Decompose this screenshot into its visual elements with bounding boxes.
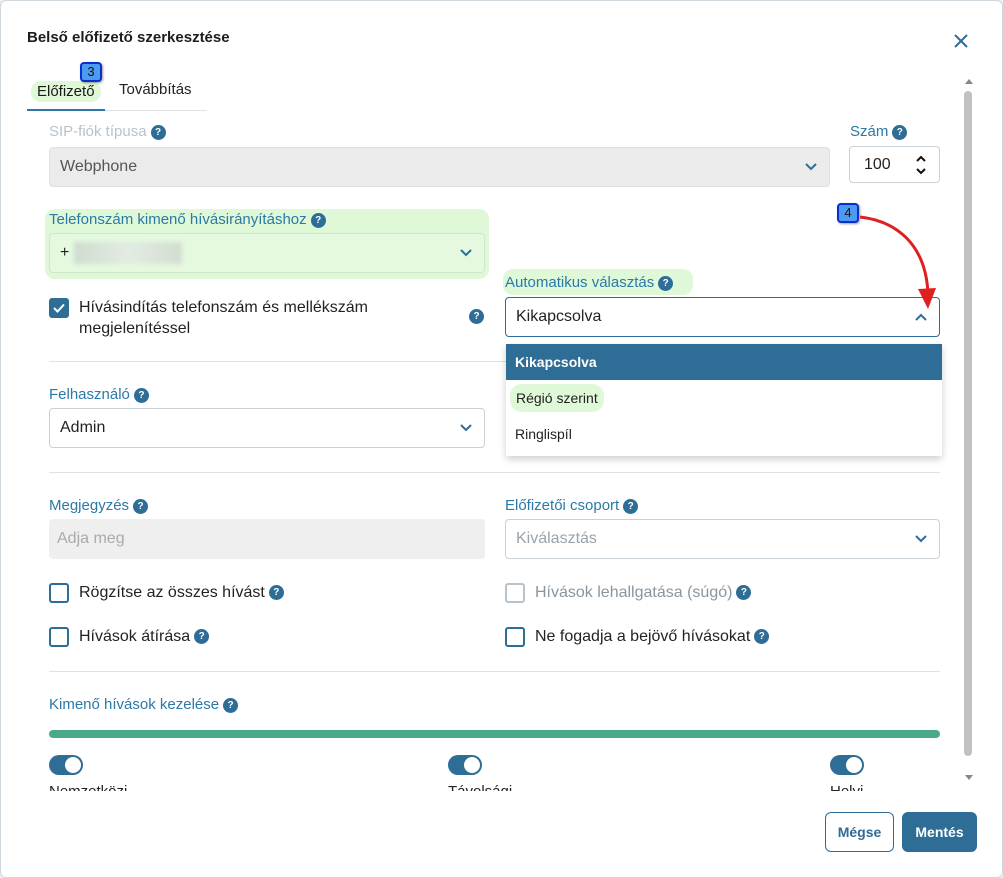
szam-label: Szám? xyxy=(850,123,908,140)
help-icon[interactable]: ? xyxy=(754,629,770,645)
scroll-down-icon[interactable] xyxy=(964,774,974,782)
help-icon[interactable]: ? xyxy=(150,124,166,140)
dialog-title: Belső előfizető szerkesztése xyxy=(27,29,230,46)
help-icon[interactable]: ? xyxy=(194,629,210,645)
felhasznalo-value: Admin xyxy=(60,419,106,436)
szam-value: 100 xyxy=(864,156,891,173)
listen-label: Hívások lehallgatása (súgó)? xyxy=(535,584,752,602)
save-button[interactable]: Mentés xyxy=(902,812,977,852)
toggle-knob xyxy=(65,757,81,773)
annotation-arrow-icon xyxy=(859,215,936,309)
phone-value: + xyxy=(60,244,70,261)
reject-checkbox[interactable] xyxy=(505,627,525,647)
toggle-label-local: Helyi xyxy=(830,783,863,791)
megjegyzes-label: Megjegyzés? xyxy=(49,497,149,514)
szam-label-text: Szám xyxy=(850,123,889,140)
chevron-down-icon xyxy=(460,249,472,257)
call-display-checkbox[interactable] xyxy=(49,298,69,318)
tab-elofizeto[interactable]: Előfizető xyxy=(31,81,101,102)
help-icon[interactable]: ? xyxy=(133,498,149,514)
help-icon[interactable]: ? xyxy=(736,585,752,601)
close-icon[interactable] xyxy=(951,31,971,51)
felhasznalo-label: Felhasználó? xyxy=(49,386,149,403)
help-icon[interactable]: ? xyxy=(133,387,149,403)
phone-label-text: Telefonszám kimenő hívásirányításhoz xyxy=(49,211,307,228)
divider xyxy=(49,472,940,473)
sip-type-value: Webphone xyxy=(60,158,138,175)
help-icon[interactable]: ? xyxy=(469,309,484,324)
megjegyzes-label-text: Megjegyzés xyxy=(49,497,130,514)
outgoing-progress-bar xyxy=(49,730,940,738)
reject-label: Ne fogadja a bejövő hívásokat? xyxy=(535,628,770,646)
listen-label-text: Hívások lehallgatása (súgó) xyxy=(535,584,733,601)
call-display-label: Hívásindítás telefonszám és mellékszám m… xyxy=(79,299,368,337)
outgoing-label-text: Kimenő hívások kezelése xyxy=(49,696,220,713)
toggle-local[interactable] xyxy=(830,755,864,775)
toggle-knob xyxy=(464,757,480,773)
auto-label-text: Automatikus választás xyxy=(505,274,655,291)
chevron-down-icon xyxy=(460,424,472,432)
scroll-up-icon[interactable] xyxy=(964,77,974,85)
transcribe-label: Hívások átírása? xyxy=(79,628,210,646)
record-label: Rögzítse az összes hívást? xyxy=(79,584,284,602)
help-icon[interactable]: ? xyxy=(658,275,674,291)
auto-label: Automatikus választás? xyxy=(505,274,674,291)
help-icon[interactable]: ? xyxy=(623,498,639,514)
megjegyzes-placeholder: Adja meg xyxy=(57,530,125,547)
checkmark-icon xyxy=(53,303,65,313)
listen-checkbox[interactable] xyxy=(505,583,525,603)
record-label-text: Rögzítse az összes hívást xyxy=(79,584,265,601)
help-icon[interactable]: ? xyxy=(223,697,239,713)
toggle-knob xyxy=(846,757,862,773)
csoport-placeholder: Kiválasztás xyxy=(516,530,597,547)
stepper-arrows-icon[interactable] xyxy=(916,154,926,176)
dialog: Belső előfizető szerkesztése Előfizető T… xyxy=(0,0,1003,878)
sip-type-label: SIP-fiók típusa? xyxy=(49,123,166,140)
tab-bar: Előfizető Továbbítás xyxy=(27,71,207,111)
toggle-label-international: Nemzetközi xyxy=(49,783,127,791)
dropdown-option-regio-text: Régió szerint xyxy=(510,384,604,412)
phone-label: Telefonszám kimenő hívásirányításhoz? xyxy=(49,211,326,228)
csoport-select[interactable]: Kiválasztás xyxy=(505,519,940,559)
szam-stepper[interactable]: 100 xyxy=(849,146,940,183)
chevron-down-icon xyxy=(915,535,927,543)
annotation-badge-3: 3 xyxy=(80,62,102,82)
toggle-label-long-distance: Távolsági xyxy=(448,783,512,791)
cancel-button[interactable]: Mégse xyxy=(825,812,894,852)
help-icon[interactable]: ? xyxy=(310,212,326,228)
scrollbar-thumb[interactable] xyxy=(964,91,972,756)
reject-label-text: Ne fogadja a bejövő hívásokat xyxy=(535,628,751,645)
csoport-label-text: Előfizetői csoport xyxy=(505,497,620,514)
phone-blurred xyxy=(73,241,182,264)
phone-select[interactable]: + xyxy=(49,233,485,273)
sip-type-label-text: SIP-fiók típusa xyxy=(49,123,147,140)
dropdown-option-regio[interactable]: Régió szerint xyxy=(506,380,942,416)
outgoing-label: Kimenő hívások kezelése? xyxy=(49,696,239,713)
toggle-long-distance[interactable] xyxy=(448,755,482,775)
megjegyzes-input[interactable]: Adja meg xyxy=(49,519,485,559)
sip-type-select: Webphone xyxy=(49,147,830,187)
record-checkbox[interactable] xyxy=(49,583,69,603)
transcribe-checkbox[interactable] xyxy=(49,627,69,647)
transcribe-label-text: Hívások átírása xyxy=(79,628,191,645)
felhasznalo-select[interactable]: Admin xyxy=(49,408,485,448)
felhasznalo-label-text: Felhasználó xyxy=(49,386,130,403)
divider xyxy=(49,671,940,672)
tab-active-indicator xyxy=(27,109,105,111)
toggle-international[interactable] xyxy=(49,755,83,775)
tab-tovabbitas[interactable]: Továbbítás xyxy=(119,81,192,98)
dropdown-option-kikapcsolva[interactable]: Kikapcsolva xyxy=(506,344,942,380)
help-icon[interactable]: ? xyxy=(268,585,284,601)
auto-value: Kikapcsolva xyxy=(516,308,602,325)
dropdown-option-ringlispil[interactable]: Ringlispíl xyxy=(506,416,942,452)
csoport-label: Előfizetői csoport? xyxy=(505,497,639,514)
help-icon[interactable]: ? xyxy=(892,124,908,140)
chevron-down-icon xyxy=(805,163,817,171)
auto-dropdown-menu: Kikapcsolva Régió szerint Ringlispíl xyxy=(506,344,942,456)
